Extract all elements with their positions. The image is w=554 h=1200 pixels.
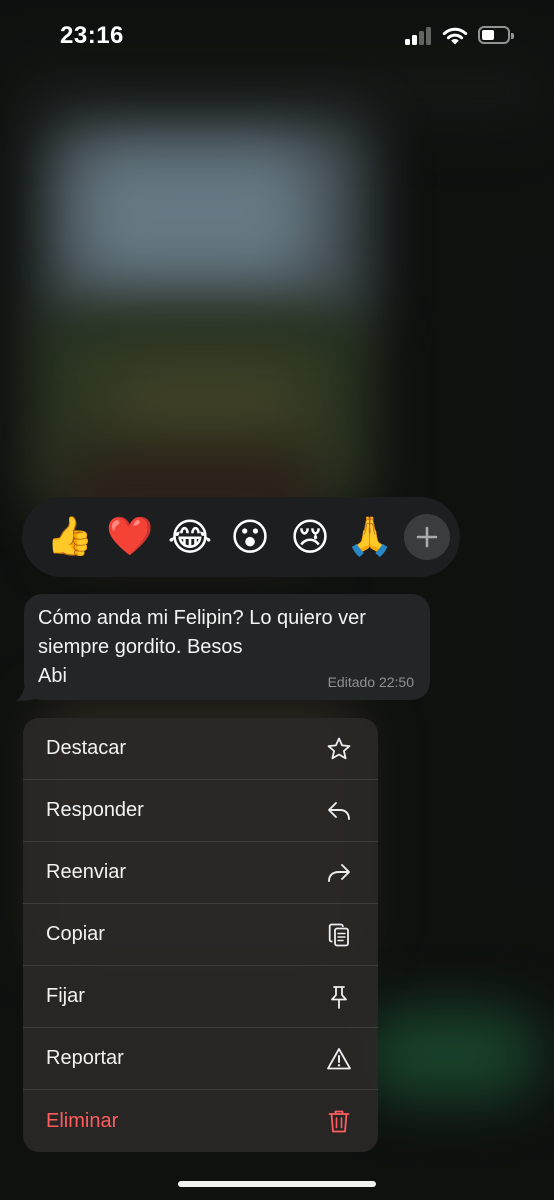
menu-item-reenviar[interactable]: Reenviar — [23, 842, 378, 904]
reaction-bar: 👍 ❤️ 😂 😮 😢 🙏 — [22, 497, 460, 577]
crying-reaction[interactable]: 😢 — [280, 507, 340, 567]
red-heart-reaction[interactable]: ❤️ — [100, 507, 160, 567]
message-bubble: Cómo anda mi Felipin? Lo quiero ver siem… — [24, 594, 430, 700]
cellular-signal-icon — [405, 27, 433, 45]
status-bar: 23:16 — [0, 0, 554, 70]
menu-item-label: Responder — [46, 799, 144, 821]
trash-icon — [328, 1110, 350, 1133]
menu-item-label: Reenviar — [46, 861, 127, 883]
menu-item-destacar[interactable]: Destacar — [23, 718, 378, 780]
menu-item-label: Reportar — [46, 1047, 124, 1069]
menu-item-fijar[interactable]: Fijar — [23, 966, 378, 1028]
wifi-icon — [442, 27, 468, 45]
menu-item-copiar[interactable]: Copiar — [23, 904, 378, 966]
menu-item-label: Destacar — [46, 737, 127, 759]
folded-hands-reaction[interactable]: 🙏 — [340, 507, 400, 567]
pin-icon — [331, 985, 347, 1009]
menu-item-label: Fijar — [46, 985, 85, 1007]
menu-item-label: Copiar — [46, 923, 105, 945]
more-reactions-button[interactable] — [404, 514, 450, 560]
screen: 23:16 👍 ❤️ 😂 😮 😢 🙏 Cómo anda mi Felipin?… — [0, 0, 554, 1200]
message-edited-timestamp: Editado 22:50 — [327, 674, 414, 690]
forward-icon — [328, 863, 350, 882]
plus-icon — [416, 526, 438, 548]
home-indicator[interactable] — [178, 1181, 376, 1187]
warning-icon — [327, 1047, 351, 1069]
thumbs-up-reaction[interactable]: 👍 — [40, 507, 100, 567]
tears-of-joy-reaction[interactable]: 😂 — [160, 507, 220, 567]
status-time: 23:16 — [60, 22, 124, 49]
copy-icon — [328, 923, 349, 946]
menu-item-reportar[interactable]: Reportar — [23, 1028, 378, 1090]
surprised-reaction[interactable]: 😮 — [220, 507, 280, 567]
menu-item-responder[interactable]: Responder — [23, 780, 378, 842]
reply-icon — [328, 801, 350, 820]
menu-item-label: Eliminar — [46, 1109, 119, 1132]
star-icon — [327, 737, 351, 759]
message-context-menu: Destacar Responder Reenviar Copiar Fijar… — [23, 718, 378, 1152]
battery-icon — [478, 26, 514, 44]
menu-item-eliminar[interactable]: Eliminar — [23, 1090, 378, 1152]
